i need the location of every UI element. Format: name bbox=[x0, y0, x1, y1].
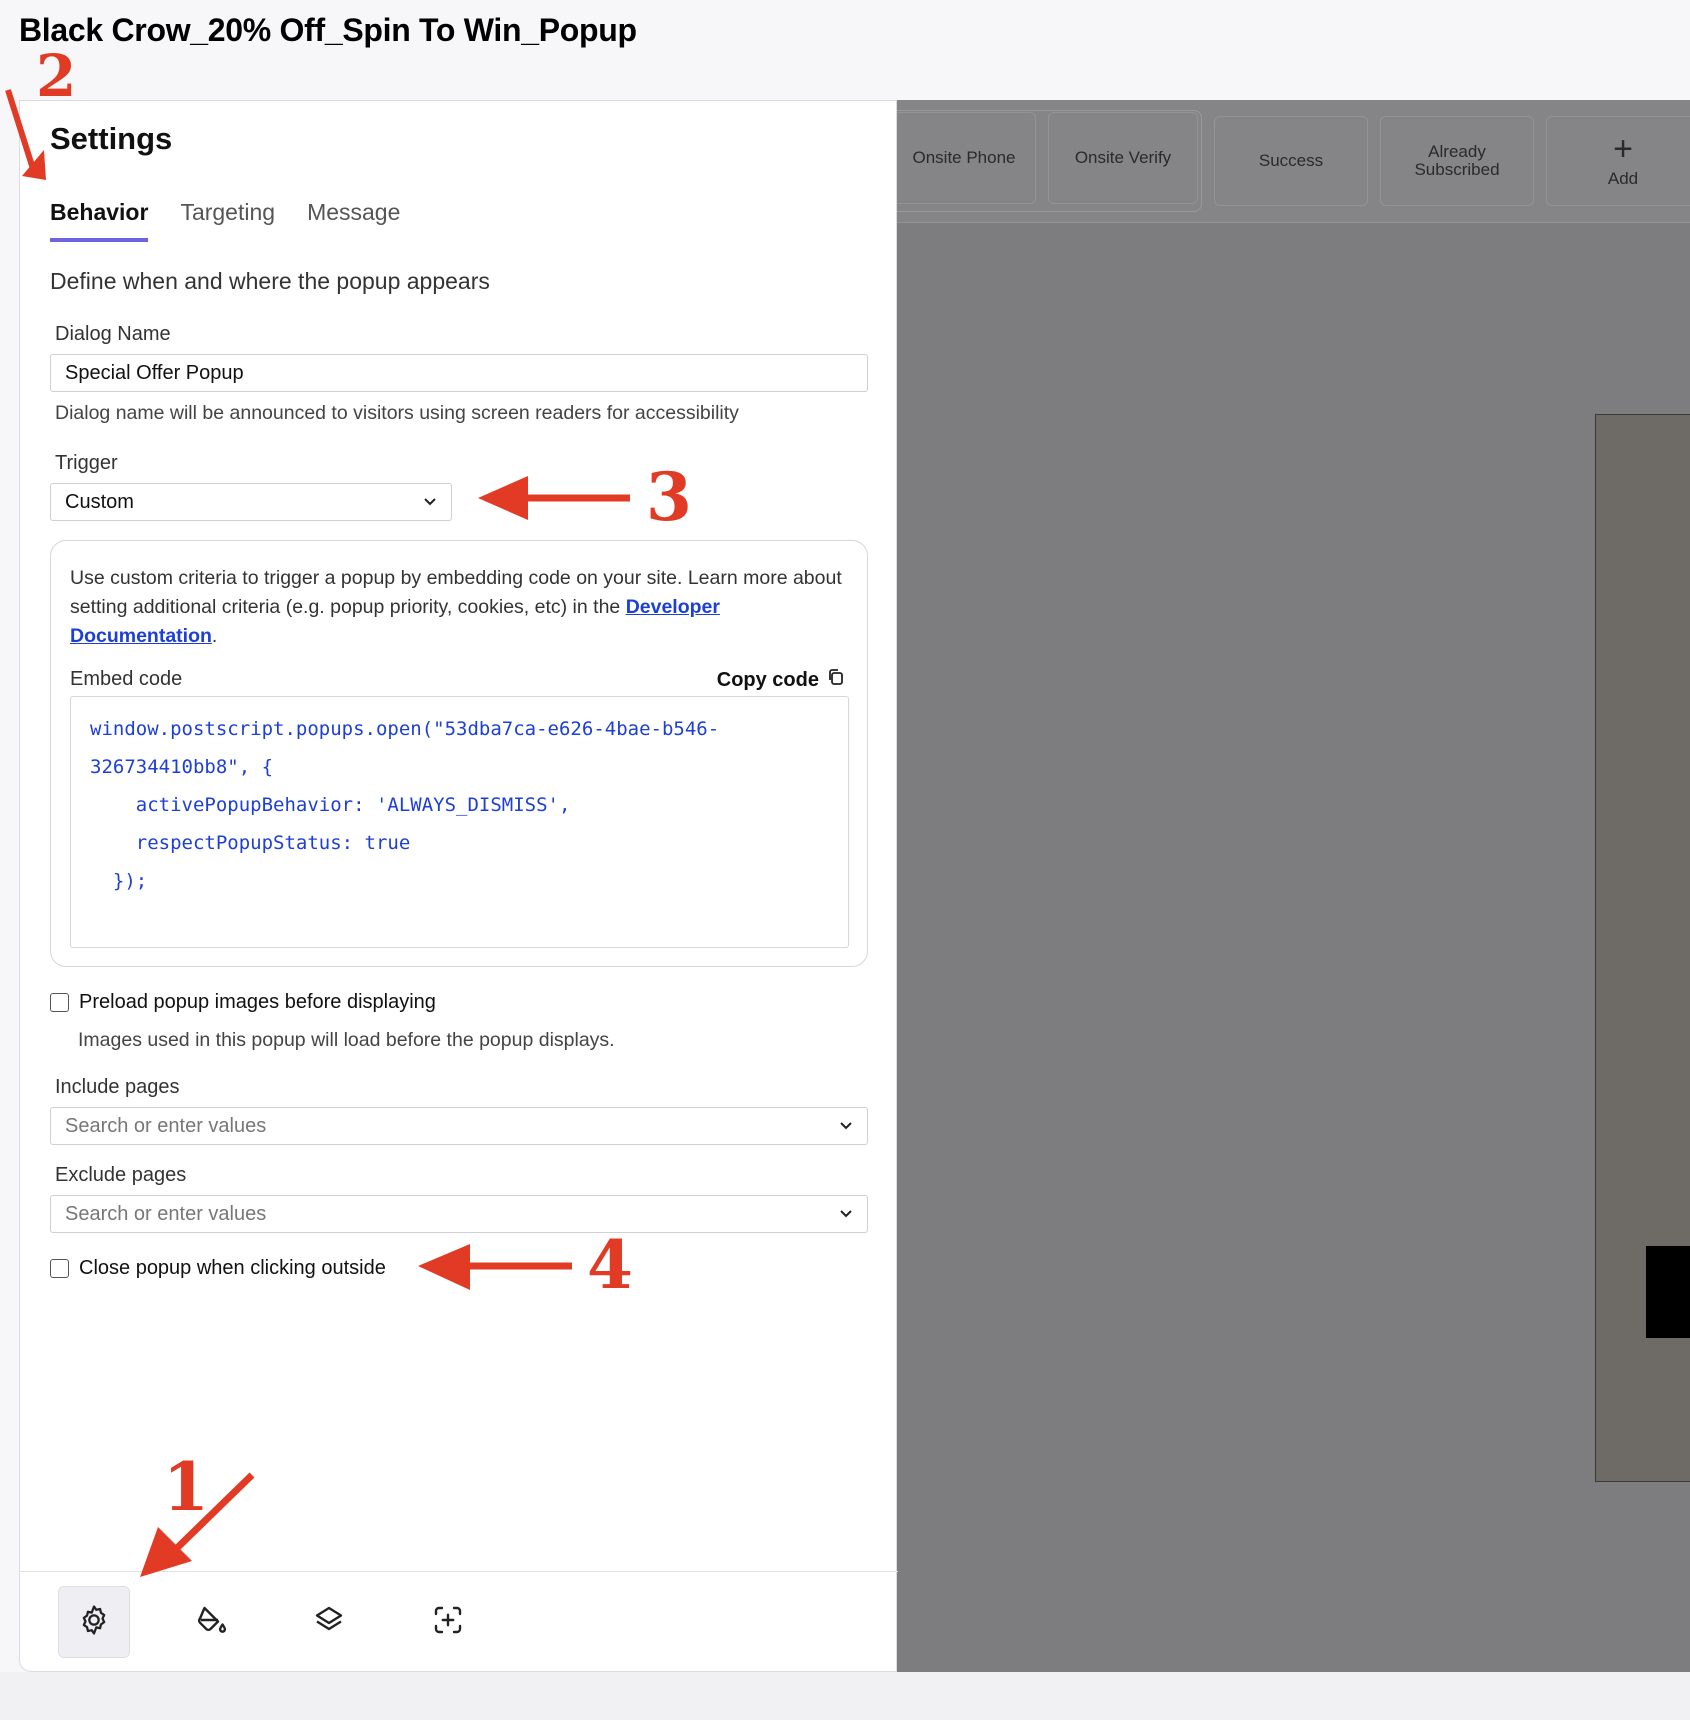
copy-code-label: Copy code bbox=[716, 668, 819, 691]
layers-tool-button[interactable] bbox=[293, 1586, 365, 1658]
annotation-number: 3 bbox=[646, 458, 692, 536]
annotation-arrow-3 bbox=[478, 476, 630, 520]
dialog-name-helper: Dialog name will be announced to visitor… bbox=[55, 402, 739, 424]
preload-images-checkbox[interactable]: Preload popup images before displaying bbox=[50, 991, 436, 1014]
annotation-arrow-1 bbox=[140, 1472, 255, 1577]
chevron-down-icon bbox=[839, 1206, 853, 1222]
gear-icon bbox=[77, 1603, 111, 1642]
checkbox[interactable] bbox=[50, 993, 69, 1012]
settings-tool-button[interactable] bbox=[58, 1586, 130, 1658]
settings-tabs: Behavior Targeting Message bbox=[50, 199, 400, 242]
embed-code-label: Embed code bbox=[70, 668, 183, 690]
include-pages-placeholder: Search or enter values bbox=[65, 1114, 267, 1137]
step-label: Add bbox=[1607, 169, 1639, 188]
custom-trigger-card: Use custom criteria to trigger a popup b… bbox=[50, 540, 868, 967]
tab-message[interactable]: Message bbox=[307, 199, 400, 242]
annotation-number: 4 bbox=[587, 1226, 633, 1304]
chevron-down-icon bbox=[423, 494, 437, 510]
trigger-label: Trigger bbox=[55, 452, 118, 474]
dialog-name-label: Dialog Name bbox=[55, 323, 171, 345]
add-element-icon bbox=[430, 1602, 466, 1643]
page-title: Black Crow_20% Off_Spin To Win_Popup bbox=[19, 12, 637, 48]
tab-targeting[interactable]: Targeting bbox=[180, 199, 275, 242]
bottom-strip bbox=[0, 1672, 1690, 1720]
checkbox[interactable] bbox=[50, 1259, 69, 1278]
annotation-arrow-4 bbox=[418, 1244, 572, 1290]
dialog-name-field[interactable] bbox=[50, 354, 868, 392]
link-suffix: . bbox=[211, 625, 218, 647]
layers-icon bbox=[311, 1602, 347, 1643]
copy-code-button[interactable]: Copy code bbox=[717, 668, 845, 692]
step-onsite-verify[interactable]: Onsite Verify bbox=[1048, 112, 1198, 204]
plus-icon: + bbox=[1613, 130, 1633, 168]
preview-element[interactable] bbox=[1646, 1246, 1690, 1338]
preload-images-helper: Images used in this popup will load befo… bbox=[78, 1029, 615, 1051]
step-label: Success bbox=[1258, 151, 1324, 170]
popup-canvas: Onsite Phone Onsite Verify Success Alrea… bbox=[886, 100, 1690, 1672]
settings-title: Settings bbox=[50, 121, 173, 156]
step-label: Onsite Phone bbox=[912, 148, 1016, 167]
tab-behavior[interactable]: Behavior bbox=[50, 199, 149, 242]
exclude-pages-label: Exclude pages bbox=[55, 1164, 187, 1186]
trigger-select[interactable]: Custom bbox=[50, 483, 452, 521]
trigger-value: Custom bbox=[65, 490, 134, 513]
embed-code-block[interactable]: window.postscript.popups.open("53dba7ca-… bbox=[70, 696, 849, 948]
paint-bucket-icon bbox=[194, 1602, 230, 1643]
exclude-pages-select[interactable]: Search or enter values bbox=[50, 1195, 868, 1233]
chevron-down-icon bbox=[839, 1118, 853, 1134]
step-onsite-phone[interactable]: Onsite Phone bbox=[892, 112, 1036, 204]
close-outside-label: Close popup when clicking outside bbox=[79, 1257, 386, 1279]
copy-icon bbox=[827, 668, 845, 692]
annotation-arrow-2 bbox=[5, 89, 46, 180]
settings-panel: Settings Behavior Targeting Message Defi… bbox=[19, 100, 898, 1672]
step-label: Onsite Verify bbox=[1074, 148, 1172, 167]
step-bar: Onsite Phone Onsite Verify Success Alrea… bbox=[886, 100, 1690, 223]
custom-trigger-text: Use custom criteria to trigger a popup b… bbox=[70, 567, 842, 618]
panel-toolbar bbox=[20, 1571, 898, 1672]
step-already-subscribed[interactable]: Already Subscribed bbox=[1380, 116, 1534, 206]
exclude-pages-placeholder: Search or enter values bbox=[65, 1202, 267, 1225]
add-element-tool-button[interactable] bbox=[412, 1586, 484, 1658]
style-tool-button[interactable] bbox=[176, 1586, 248, 1658]
include-pages-select[interactable]: Search or enter values bbox=[50, 1107, 868, 1145]
step-label: Already Subscribed bbox=[1414, 142, 1500, 179]
add-step-button[interactable]: + Add bbox=[1546, 116, 1690, 206]
close-outside-checkbox[interactable]: Close popup when clicking outside bbox=[50, 1257, 386, 1280]
custom-trigger-description: Use custom criteria to trigger a popup b… bbox=[70, 564, 860, 651]
include-pages-label: Include pages bbox=[55, 1076, 180, 1098]
settings-subtitle: Define when and where the popup appears bbox=[50, 268, 490, 294]
preload-images-label: Preload popup images before displaying bbox=[79, 991, 436, 1013]
step-success[interactable]: Success bbox=[1214, 116, 1368, 206]
